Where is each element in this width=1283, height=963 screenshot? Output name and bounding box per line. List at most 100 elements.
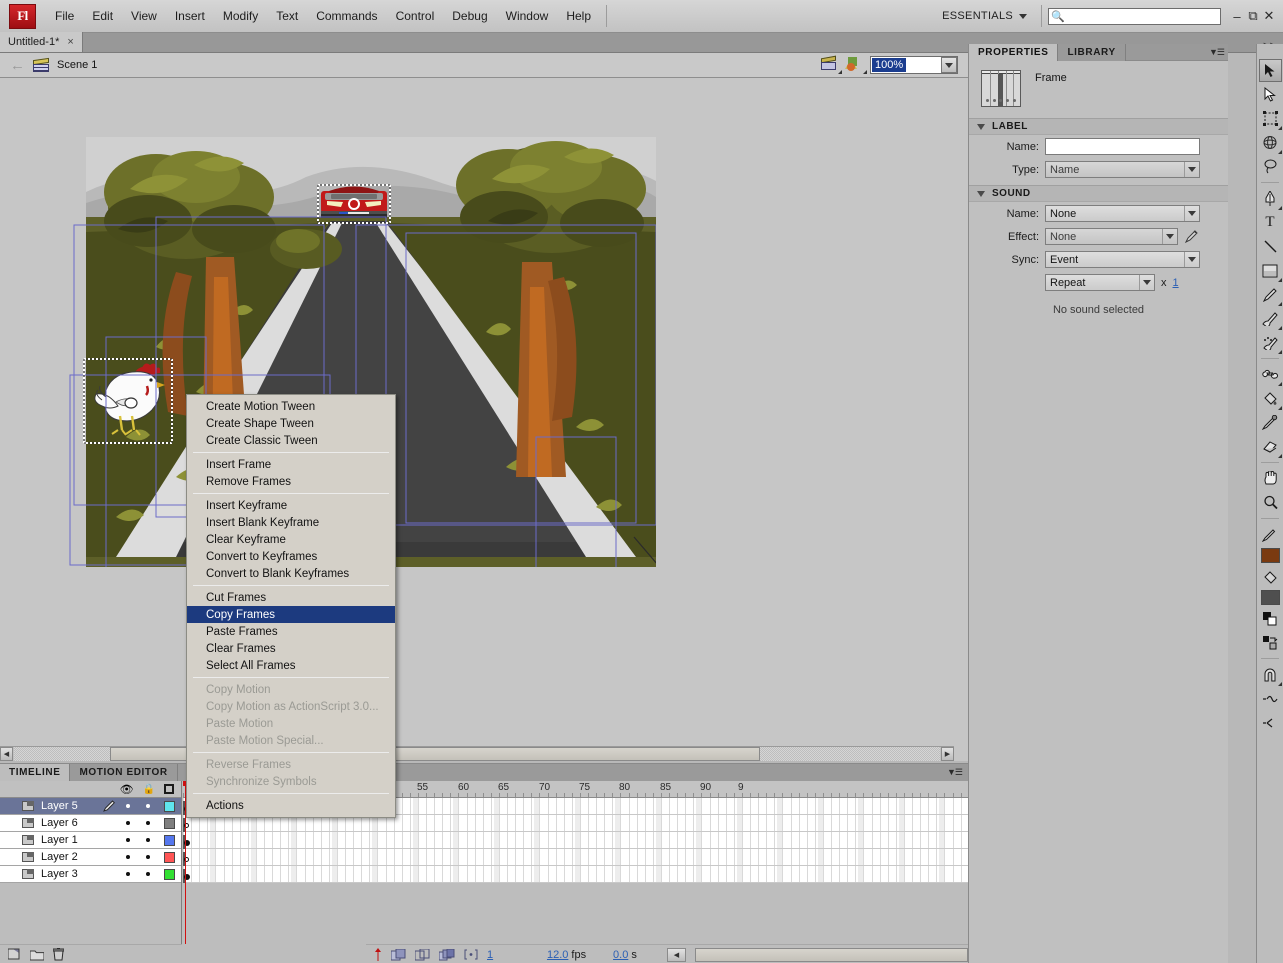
search-input[interactable] bbox=[1064, 10, 1213, 22]
frame-context-menu[interactable]: Create Motion Tween Create Shape Tween C… bbox=[186, 394, 396, 818]
menu-file[interactable]: File bbox=[46, 5, 83, 27]
zoom-tool[interactable] bbox=[1259, 491, 1282, 514]
trash-icon[interactable] bbox=[53, 948, 64, 961]
menu-control[interactable]: Control bbox=[387, 5, 444, 27]
selection-tool[interactable] bbox=[1258, 59, 1282, 82]
eyedropper-tool[interactable] bbox=[1259, 411, 1282, 434]
close-icon[interactable]: × bbox=[67, 36, 73, 48]
frame-row[interactable] bbox=[183, 849, 968, 866]
stage-canvas[interactable] bbox=[0, 78, 968, 761]
ctx-remove-frames[interactable]: Remove Frames bbox=[187, 473, 395, 490]
tab-properties[interactable]: PROPERTIES bbox=[969, 44, 1059, 61]
line-tool[interactable] bbox=[1259, 235, 1282, 258]
subselection-tool[interactable] bbox=[1259, 83, 1282, 106]
menu-view[interactable]: View bbox=[122, 5, 166, 27]
ctx-create-classic-tween[interactable]: Create Classic Tween bbox=[187, 432, 395, 449]
ctx-insert-blank-keyframe[interactable]: Insert Blank Keyframe bbox=[187, 514, 395, 531]
close-button[interactable]: ✕ bbox=[1261, 8, 1277, 24]
layer-visibility-toggle[interactable] bbox=[126, 872, 130, 876]
canvas-horizontal-scrollbar[interactable]: ◀ ▶ bbox=[0, 746, 954, 761]
edit-symbols-icon[interactable] bbox=[845, 56, 867, 74]
menu-debug[interactable]: Debug bbox=[443, 5, 496, 27]
ctx-convert-to-keyframes[interactable]: Convert to Keyframes bbox=[187, 548, 395, 565]
sound-name-select[interactable]: None bbox=[1045, 205, 1200, 222]
panel-menu-icon[interactable]: ▼☰ bbox=[947, 767, 963, 778]
chevron-down-icon[interactable] bbox=[941, 57, 957, 73]
swap-colors-icon[interactable] bbox=[1259, 631, 1282, 654]
layer-outline-color[interactable] bbox=[164, 834, 175, 846]
layer-outline-color[interactable] bbox=[164, 817, 175, 829]
ctx-cut-frames[interactable]: Cut Frames bbox=[187, 589, 395, 606]
scroll-right-button[interactable]: ▶ bbox=[941, 747, 954, 761]
straighten-icon[interactable] bbox=[1259, 711, 1282, 734]
restore-button[interactable]: ⧉ bbox=[1245, 8, 1261, 24]
magnet-icon[interactable] bbox=[1259, 663, 1282, 686]
pen-tool[interactable] bbox=[1259, 187, 1282, 210]
smooth-icon[interactable] bbox=[1259, 687, 1282, 710]
layer-outline-color[interactable] bbox=[164, 800, 175, 812]
paint-bucket-tool[interactable] bbox=[1259, 387, 1282, 410]
ctx-actions[interactable]: Actions bbox=[187, 797, 395, 814]
stroke-color-eyedropper-icon[interactable] bbox=[1259, 523, 1282, 546]
section-sound[interactable]: SOUND bbox=[969, 185, 1228, 202]
tab-library[interactable]: LIBRARY bbox=[1058, 44, 1126, 61]
black-white-icon[interactable] bbox=[1259, 607, 1282, 630]
layer-visibility-toggle[interactable] bbox=[126, 855, 130, 859]
menu-commands[interactable]: Commands bbox=[307, 5, 386, 27]
layer-visibility-toggle[interactable] bbox=[126, 804, 130, 808]
new-folder-icon[interactable] bbox=[30, 949, 44, 961]
tab-motion-editor[interactable]: MOTION EDITOR bbox=[70, 764, 178, 781]
fill-color-bucket-icon[interactable] bbox=[1259, 565, 1282, 588]
menu-help[interactable]: Help bbox=[557, 5, 600, 27]
ctx-clear-frames[interactable]: Clear Frames bbox=[187, 640, 395, 657]
label-type-select[interactable]: Name bbox=[1045, 161, 1200, 178]
center-frame-icon[interactable] bbox=[374, 948, 382, 961]
layer-visibility-toggle[interactable] bbox=[126, 838, 130, 842]
chevron-down-icon[interactable] bbox=[1162, 229, 1177, 244]
modify-onion-markers-icon[interactable] bbox=[464, 949, 478, 961]
pencil-icon[interactable] bbox=[1184, 229, 1199, 244]
layer-row-5[interactable]: Layer 5 bbox=[0, 798, 181, 815]
panel-menu-icon[interactable]: ▼☰ bbox=[1209, 47, 1225, 58]
sound-sync-select[interactable]: Event bbox=[1045, 251, 1200, 268]
chevron-down-icon[interactable] bbox=[1139, 275, 1154, 290]
free-transform-tool[interactable] bbox=[1259, 107, 1282, 130]
zoom-value[interactable]: 100% bbox=[872, 58, 907, 72]
chevron-down-icon[interactable] bbox=[1184, 252, 1199, 267]
chevron-down-icon[interactable] bbox=[1184, 162, 1199, 177]
menu-window[interactable]: Window bbox=[497, 5, 558, 27]
layer-lock-toggle[interactable] bbox=[146, 821, 150, 825]
ctx-create-motion-tween[interactable]: Create Motion Tween bbox=[187, 398, 395, 415]
outline-square-icon[interactable] bbox=[164, 784, 174, 794]
layer-row-6[interactable]: Layer 6 bbox=[0, 815, 181, 832]
search-box[interactable]: 🔍 bbox=[1048, 7, 1221, 25]
sound-repeat-select[interactable]: Repeat bbox=[1045, 274, 1155, 291]
lock-icon[interactable]: 🔒 bbox=[143, 784, 155, 795]
layer-outline-color[interactable] bbox=[164, 868, 175, 880]
eraser-tool[interactable] bbox=[1259, 435, 1282, 458]
layer-row-3[interactable]: Layer 3 bbox=[0, 866, 181, 883]
frame-rows[interactable] bbox=[183, 798, 968, 943]
workspace-switcher[interactable]: ESSENTIALS bbox=[934, 7, 1035, 25]
layer-visibility-toggle[interactable] bbox=[126, 821, 130, 825]
hand-tool[interactable] bbox=[1259, 467, 1282, 490]
menu-modify[interactable]: Modify bbox=[214, 5, 267, 27]
current-frame-number[interactable]: 1 bbox=[487, 949, 493, 961]
timeline-scroll-left-button[interactable]: ◀ bbox=[667, 947, 686, 962]
ctx-copy-frames[interactable]: Copy Frames bbox=[187, 606, 395, 623]
chevron-down-icon[interactable] bbox=[1184, 206, 1199, 221]
ctx-create-shape-tween[interactable]: Create Shape Tween bbox=[187, 415, 395, 432]
layer-lock-toggle[interactable] bbox=[146, 804, 150, 808]
3d-rotation-tool[interactable] bbox=[1259, 131, 1282, 154]
edit-scene-icon[interactable] bbox=[820, 55, 842, 74]
zoom-control[interactable]: 100% bbox=[870, 56, 958, 74]
frame-row[interactable] bbox=[183, 866, 968, 883]
layer-lock-toggle[interactable] bbox=[146, 838, 150, 842]
pencil-tool[interactable] bbox=[1259, 283, 1282, 306]
repeat-count-value[interactable]: 1 bbox=[1173, 277, 1179, 289]
ctx-clear-keyframe[interactable]: Clear Keyframe bbox=[187, 531, 395, 548]
rectangle-tool[interactable] bbox=[1259, 259, 1282, 282]
ctx-select-all-frames[interactable]: Select All Frames bbox=[187, 657, 395, 674]
minimize-button[interactable]: – bbox=[1229, 8, 1245, 24]
sound-effect-select[interactable]: None bbox=[1045, 228, 1178, 245]
